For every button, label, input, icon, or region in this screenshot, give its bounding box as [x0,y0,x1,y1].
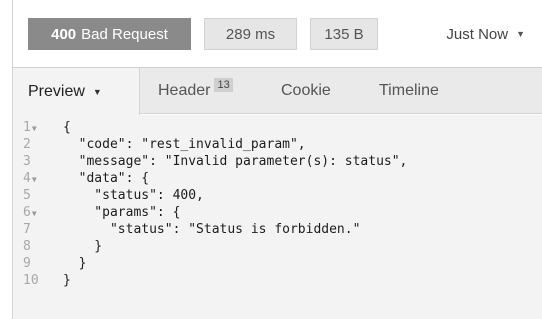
code-line: 4▼ "data": { [13,170,542,187]
fold-arrow-icon[interactable]: ▼ [32,175,37,184]
history-dropdown[interactable]: Just Now ▼ [446,18,525,50]
tab-header-label: Header [158,82,211,99]
fold-arrow-icon[interactable]: ▼ [32,209,37,218]
line-number: 1▼ [23,120,37,135]
code-text: } [63,256,87,271]
code-text: } [63,239,103,254]
line-number: 5 [23,188,31,203]
chevron-down-icon: ▼ [92,86,102,97]
response-status-bar: 400 Bad Request 289 ms 135 B Just Now ▼ [13,0,542,68]
line-number: 7 [23,222,31,237]
code-line: 2 "code": "rest_invalid_param", [13,136,542,153]
line-number: 3 [23,154,31,169]
code-line: 1▼ { [13,119,542,136]
tab-header[interactable]: Header 13 [158,68,233,114]
response-size-badge: 135 B [310,18,378,50]
line-number: 4▼ [23,171,37,186]
code-line: 7 "status": "Status is forbidden." [13,221,542,238]
line-number: 8 [23,239,31,254]
tab-preview-label: Preview [28,82,85,100]
line-number: 6▼ [23,205,37,220]
tab-timeline[interactable]: Timeline [379,68,439,114]
header-count-badge: 13 [214,78,233,92]
fold-arrow-icon[interactable]: ▼ [32,124,37,133]
history-label: Just Now [446,25,509,43]
code-text: "code": "rest_invalid_param", [63,137,306,152]
code-text: { [63,120,71,135]
code-text: "status": 400, [63,188,204,203]
code-line: 10 } [13,272,542,289]
code-line: 8 } [13,238,542,255]
code-text: "message": "Invalid parameter(s): status… [63,154,408,169]
tab-preview[interactable]: Preview ▼ [13,68,140,115]
line-number: 2 [23,137,31,152]
code-line: 3 "message": "Invalid parameter(s): stat… [13,153,542,170]
tab-timeline-label: Timeline [379,82,439,99]
code-text: } [63,273,71,288]
status-badge: 400 Bad Request [28,18,191,50]
code-text: "params": { [63,205,181,220]
code-text: "data": { [63,171,150,186]
code-line: 5 "status": 400, [13,187,542,204]
line-number: 9 [23,256,31,271]
code-line: 9 } [13,255,542,272]
tab-cookie-label: Cookie [281,82,331,99]
chevron-down-icon: ▼ [516,29,525,39]
status-code: 400 [51,25,77,43]
line-number: 10 [23,273,39,288]
response-tabs: Preview ▼ Header 13 Cookie Timeline [13,68,542,115]
response-time-badge: 289 ms [204,18,297,50]
response-body-viewer[interactable]: 1▼ { 2 "code": "rest_invalid_param", 3 "… [13,115,542,319]
response-panel: 400 Bad Request 289 ms 135 B Just Now ▼ … [12,0,542,319]
status-text: Bad Request [81,25,168,43]
tab-cookie[interactable]: Cookie [281,68,331,114]
code-line: 6▼ "params": { [13,204,542,221]
code-text: "status": "Status is forbidden." [63,222,361,237]
